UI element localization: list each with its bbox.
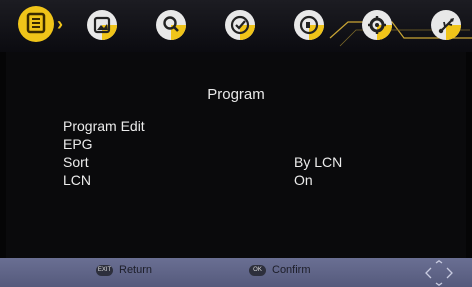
top-menu-bar: › <box>0 0 472 52</box>
return-label: Return <box>119 264 153 276</box>
option-epg[interactable]: EPG <box>63 136 93 152</box>
lcn-value[interactable]: On <box>294 172 313 188</box>
clock-icon[interactable] <box>225 10 255 40</box>
sort-value[interactable]: By LCN <box>294 154 342 170</box>
ok-key-icon: OK <box>249 265 266 276</box>
option-lcn[interactable]: LCN <box>63 172 91 188</box>
page-title: Program <box>207 86 265 103</box>
help-bar <box>0 258 472 287</box>
navigation-arrows-icon <box>425 260 453 286</box>
program-icon[interactable] <box>18 6 54 42</box>
sound-icon[interactable] <box>294 10 324 40</box>
gear-icon[interactable] <box>362 10 392 40</box>
usb-icon[interactable] <box>431 10 461 40</box>
search-icon[interactable] <box>156 10 186 40</box>
option-program-edit[interactable]: Program Edit <box>63 118 145 134</box>
chevron-right-icon: › <box>57 14 63 34</box>
picture-icon[interactable] <box>87 10 117 40</box>
tv-screen: › Program Program Edit EPG Sort LCN By L… <box>0 0 472 287</box>
exit-key-icon: EXIT <box>96 265 113 276</box>
option-sort[interactable]: Sort <box>63 154 89 170</box>
confirm-label: Confirm <box>272 264 311 276</box>
